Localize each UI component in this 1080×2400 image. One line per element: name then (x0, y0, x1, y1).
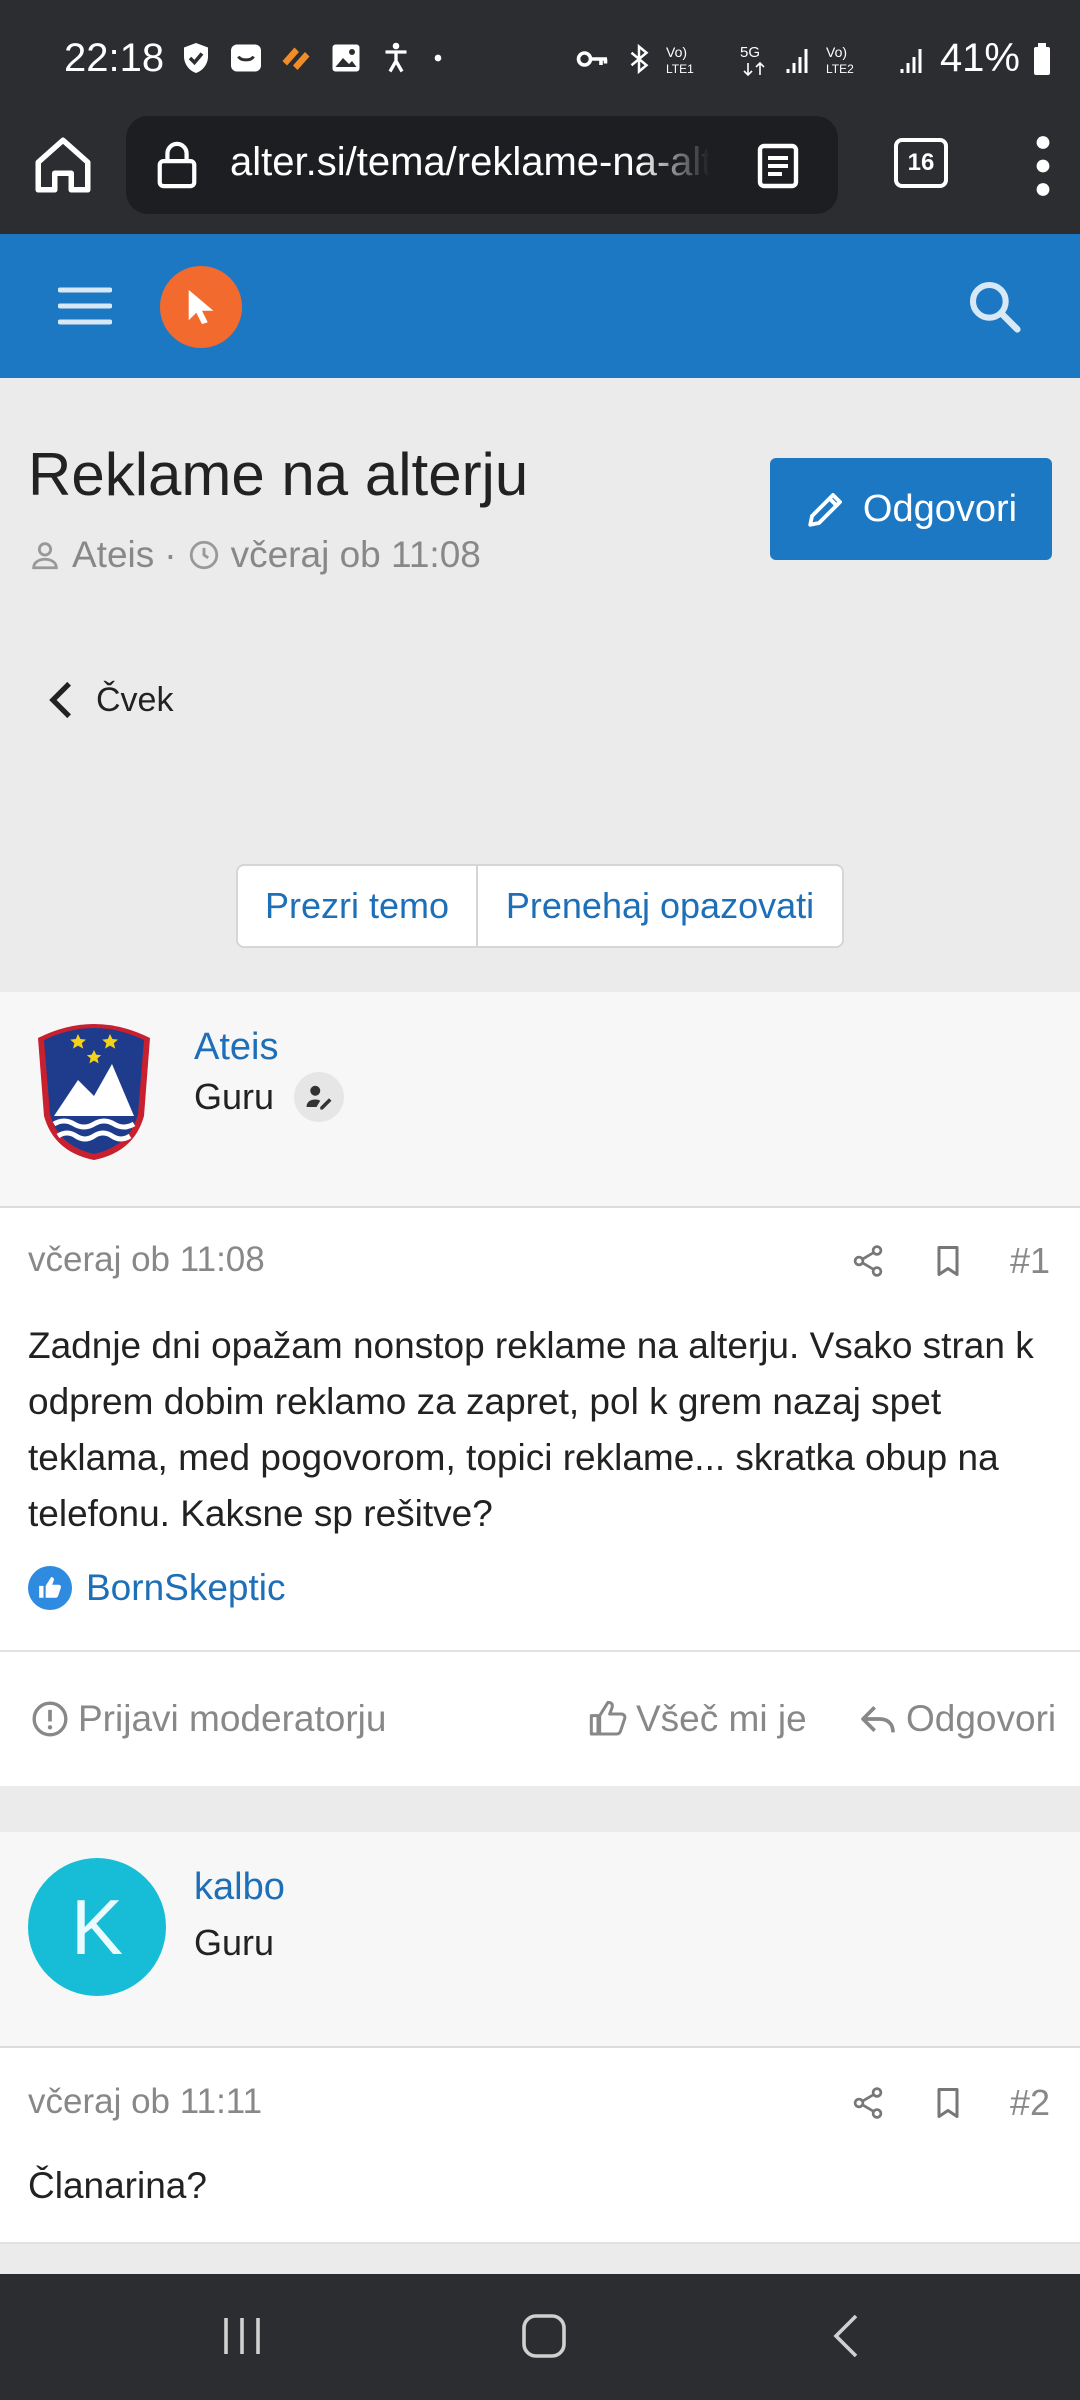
user-icon (32, 542, 58, 570)
avatar[interactable] (34, 1020, 154, 1162)
reader-mode-icon[interactable] (756, 142, 800, 190)
report-label: Prijavi moderatorju (78, 1698, 387, 1739)
status-time: 22:18 (64, 36, 165, 80)
topic-actions-group: Prezri temo Prenehaj opazovati (236, 864, 844, 948)
svg-text:Vo): Vo) (826, 44, 847, 60)
topic-time[interactable]: včeraj ob 11:08 (231, 534, 481, 576)
svg-text:LTE2: LTE2 (826, 62, 854, 76)
post-number[interactable]: #2 (1010, 2082, 1050, 2124)
like-button[interactable]: Všeč mi je (588, 1698, 807, 1740)
url-text[interactable]: alter.si/tema/reklame-na-alterju (230, 140, 710, 185)
role-label: Guru (194, 1922, 275, 1963)
post-actions: Prijavi moderatorju Všeč mi je Odgovori (0, 1650, 1080, 1786)
post-author-role: Guru (194, 1072, 345, 1122)
back-to-category-link[interactable]: Čvek (48, 680, 173, 720)
image-icon (332, 44, 360, 72)
chevron-left-icon (49, 681, 71, 719)
shield-check-icon (184, 43, 208, 73)
notification-icons (178, 40, 448, 76)
share-icon[interactable] (850, 1243, 886, 1279)
hamburger-menu-icon[interactable] (58, 286, 112, 326)
app-smile-icon (231, 44, 261, 72)
page-title: Reklame na alterju (28, 441, 529, 508)
topic-meta: Ateis · včeraj ob 11:08 (28, 534, 481, 576)
post-tools: #1 (850, 1240, 1050, 1282)
dot-icon (434, 54, 442, 62)
post-1: Ateis Guru včeraj ob 11:08 #1 Zadnje dni… (0, 992, 1080, 1786)
thumbs-up-icon (589, 1700, 627, 1736)
post-number[interactable]: #1 (1010, 1240, 1050, 1282)
tab-switcher-button[interactable]: 16 (894, 138, 948, 188)
signal-lte1-icon: Vo) LTE1 (666, 44, 694, 76)
post-author-name[interactable]: kalbo (194, 1866, 285, 1909)
bookmark-icon[interactable] (930, 1243, 966, 1279)
recent-apps-icon[interactable] (220, 2314, 264, 2358)
system-icons: Vo) LTE1 5G Vo) LTE2 41% (572, 36, 1052, 81)
battery-icon (1034, 42, 1050, 75)
svg-text:5G: 5G (740, 44, 760, 61)
topic-author[interactable]: Ateis (72, 534, 154, 576)
reply-arrow-icon (861, 1706, 895, 1733)
post-author-role: Guru (194, 1922, 274, 1964)
reply-button-label: Odgovori (862, 487, 1018, 530)
post-reply-button[interactable]: Odgovori (858, 1698, 1056, 1740)
search-icon[interactable] (966, 278, 1022, 334)
system-nav-bar (0, 2274, 1080, 2400)
report-button[interactable]: Prijavi moderatorju (30, 1698, 386, 1740)
bluetooth-icon (630, 43, 649, 74)
status-bar: 22:18 Vo) LTE1 5G Vo) LTE2 41% (0, 0, 1080, 116)
post-author-header: Ateis Guru (0, 992, 1080, 1208)
site-logo[interactable] (160, 266, 242, 348)
cursor-icon (188, 289, 214, 325)
app-orange-icon (282, 47, 310, 70)
bookmark-icon[interactable] (930, 2085, 966, 2121)
clock-icon (189, 540, 218, 570)
post-body: Zadnje dni opažam nonstop reklame na alt… (28, 1325, 1034, 1534)
unwatch-topic-button[interactable]: Prenehaj opazovati (478, 866, 842, 946)
back-nav-icon[interactable] (830, 2312, 860, 2360)
browser-toolbar: alter.si/tema/reklame-na-alterju 16 (0, 116, 1080, 234)
reply-button[interactable]: Odgovori (770, 458, 1052, 560)
signal-bars-icon (786, 48, 808, 73)
post-likes: BornSkeptic (28, 1566, 286, 1610)
post-2: K kalbo Guru včeraj ob 11:11 #2 Članarin… (0, 1832, 1080, 2244)
ignore-topic-button[interactable]: Prezri temo (238, 866, 478, 946)
post-author-name[interactable]: Ateis (194, 1026, 278, 1069)
vpn-key-icon (576, 50, 608, 67)
network-5g-icon: 5G (740, 44, 765, 76)
pencil-icon (808, 493, 842, 527)
accessibility-icon (385, 42, 407, 73)
home-nav-icon[interactable] (520, 2312, 568, 2360)
share-icon[interactable] (850, 2085, 886, 2121)
post-reply-label: Odgovori (906, 1698, 1057, 1739)
post-author-header: K kalbo Guru (0, 1832, 1080, 2048)
post-date[interactable]: včeraj ob 11:11 (28, 2082, 262, 2122)
address-bar[interactable]: alter.si/tema/reklame-na-alterju (126, 116, 838, 214)
like-reaction-icon (28, 1566, 72, 1610)
role-label: Guru (194, 1076, 275, 1117)
like-label: Všeč mi je (636, 1698, 807, 1739)
alert-circle-icon (32, 1701, 68, 1737)
liked-by-user[interactable]: BornSkeptic (86, 1567, 286, 1609)
back-link-label: Čvek (96, 680, 174, 719)
site-header (0, 234, 1080, 378)
post-tools: #2 (850, 2082, 1050, 2124)
lock-icon[interactable] (154, 140, 200, 190)
signal-lte2-icon: Vo) LTE2 (826, 44, 854, 76)
role-badge (294, 1072, 345, 1122)
meta-separator: · (164, 534, 177, 575)
svg-text:LTE1: LTE1 (666, 62, 694, 76)
user-edit-icon (306, 1085, 332, 1110)
svg-text:Vo): Vo) (666, 44, 687, 60)
post-body: Članarina? (28, 2165, 207, 2206)
home-icon[interactable] (30, 132, 96, 198)
post-divider (0, 2242, 1080, 2244)
more-menu-icon[interactable] (1028, 134, 1058, 198)
post-date[interactable]: včeraj ob 11:08 (28, 1240, 265, 1280)
avatar[interactable]: K (28, 1858, 166, 1996)
battery-percent: 41% (939, 36, 1020, 80)
signal-bars-2-icon (900, 48, 922, 73)
